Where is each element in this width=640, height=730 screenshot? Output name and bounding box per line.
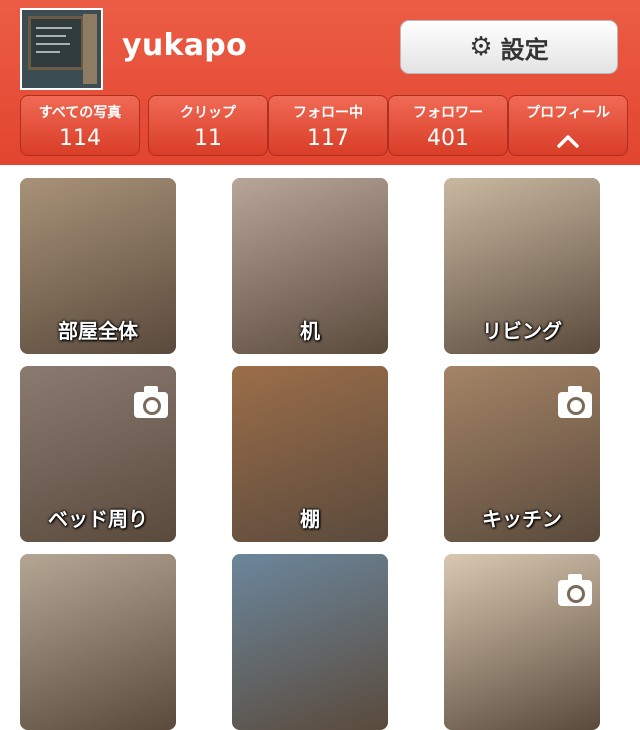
stat-value: 117 [307, 126, 349, 151]
folder-caption: キッチン [482, 507, 562, 531]
stat-clips[interactable]: クリップ 11 [148, 95, 268, 156]
stat-followers[interactable]: フォロワー 401 [388, 95, 508, 156]
settings-label: 設定 [500, 35, 549, 64]
stat-all-photos[interactable]: すべての写真 114 [20, 95, 140, 156]
stat-label: フォロワー [413, 105, 483, 121]
folder-caption: リビング [482, 319, 562, 343]
folder-tile[interactable] [20, 554, 176, 730]
profile-header: yukapo ⚙ 設定 すべての写真 114 クリップ 11 フォロー中 117… [0, 0, 640, 165]
stat-label: フォロー中 [293, 105, 363, 121]
photo-thumbnail [232, 554, 388, 730]
folder-caption: 棚 [300, 507, 320, 531]
stat-label: クリップ [180, 105, 236, 121]
stat-label: プロフィール [526, 105, 610, 121]
camera-icon [558, 386, 592, 418]
folder-tile[interactable]: ベッド周り [20, 366, 176, 542]
folder-tile[interactable]: 棚 [232, 366, 388, 542]
folder-tile[interactable]: リビング [444, 178, 600, 354]
folder-caption: 部屋全体 [58, 319, 138, 343]
chevron-up-icon [557, 135, 579, 148]
folder-tile[interactable] [444, 554, 600, 730]
folder-caption: ベッド周り [48, 507, 148, 531]
stat-value: 11 [194, 126, 222, 151]
stat-value: 401 [427, 126, 469, 151]
folder-tile[interactable] [232, 554, 388, 730]
avatar-photo [28, 16, 84, 70]
gear-icon: ⚙ [469, 32, 493, 62]
camera-icon [558, 574, 592, 606]
username: yukapo [122, 28, 247, 63]
folder-caption: 机 [300, 319, 320, 343]
avatar[interactable] [20, 8, 103, 90]
stat-label: すべての写真 [38, 105, 122, 121]
stat-following[interactable]: フォロー中 117 [268, 95, 388, 156]
settings-button[interactable]: ⚙ 設定 [400, 20, 618, 74]
folder-tile[interactable]: 部屋全体 [20, 178, 176, 354]
folder-tile[interactable]: 机 [232, 178, 388, 354]
stat-value: 114 [59, 126, 101, 151]
photo-thumbnail [20, 554, 176, 730]
camera-icon [134, 386, 168, 418]
stat-profile[interactable]: プロフィール [508, 95, 628, 156]
folder-tile[interactable]: キッチン [444, 366, 600, 542]
